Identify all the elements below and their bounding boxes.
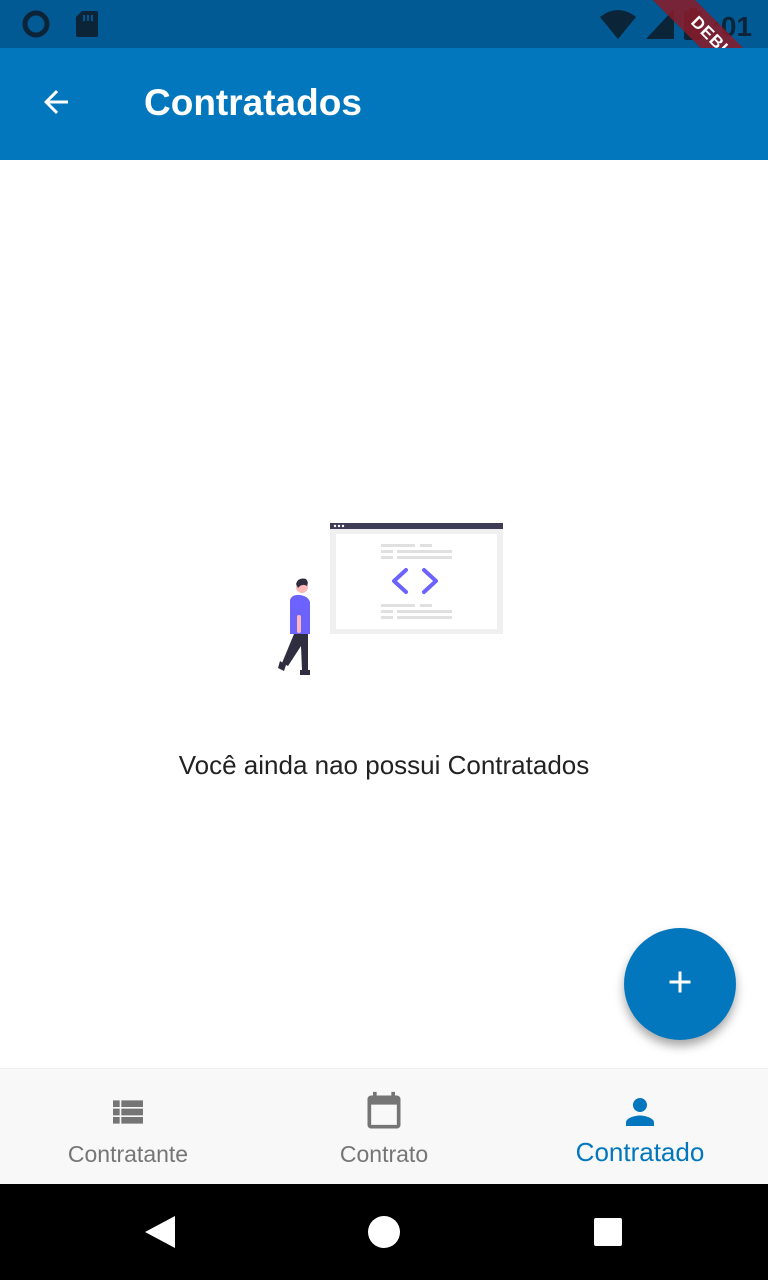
- nav-item-contratado[interactable]: Contratado: [512, 1069, 768, 1185]
- battery-icon: [683, 8, 702, 45]
- page-title: Contratados: [144, 82, 362, 123]
- app-bar: Contratados: [0, 48, 768, 160]
- nav-item-contrato[interactable]: Contrato: [256, 1069, 512, 1185]
- back-button[interactable]: [24, 72, 88, 136]
- nav-label-contratante: Contratante: [67, 1141, 189, 1167]
- cell-signal-icon: [645, 9, 674, 44]
- sd-card-icon: [74, 9, 100, 44]
- system-navigation-bar: [0, 1184, 768, 1280]
- calendar-icon: [362, 1089, 406, 1135]
- nav-label-contratado: Contratado: [575, 1137, 705, 1167]
- home-circle-icon[interactable]: [364, 1212, 404, 1252]
- person-icon: [619, 1089, 661, 1135]
- bottom-navigation: Contratante Contrato Contratado: [0, 1068, 768, 1184]
- nav-item-contratante[interactable]: Contratante: [0, 1069, 256, 1185]
- nav-label-contrato: Contrato: [339, 1141, 429, 1167]
- recents-square-icon[interactable]: [588, 1212, 628, 1252]
- status-bar: :01: [0, 0, 768, 48]
- back-triangle-icon[interactable]: [140, 1212, 180, 1252]
- add-contratado-button[interactable]: [624, 928, 736, 1040]
- status-time: :01: [711, 10, 752, 42]
- arrow-back-icon: [38, 84, 74, 125]
- empty-state-illustration: [276, 520, 506, 680]
- plus-icon: [662, 964, 698, 1005]
- list-icon: [108, 1089, 148, 1135]
- empty-state-message: Você ainda nao possui Contratados: [178, 750, 590, 780]
- circle-notification-icon: [20, 8, 52, 45]
- wifi-icon: [599, 9, 636, 44]
